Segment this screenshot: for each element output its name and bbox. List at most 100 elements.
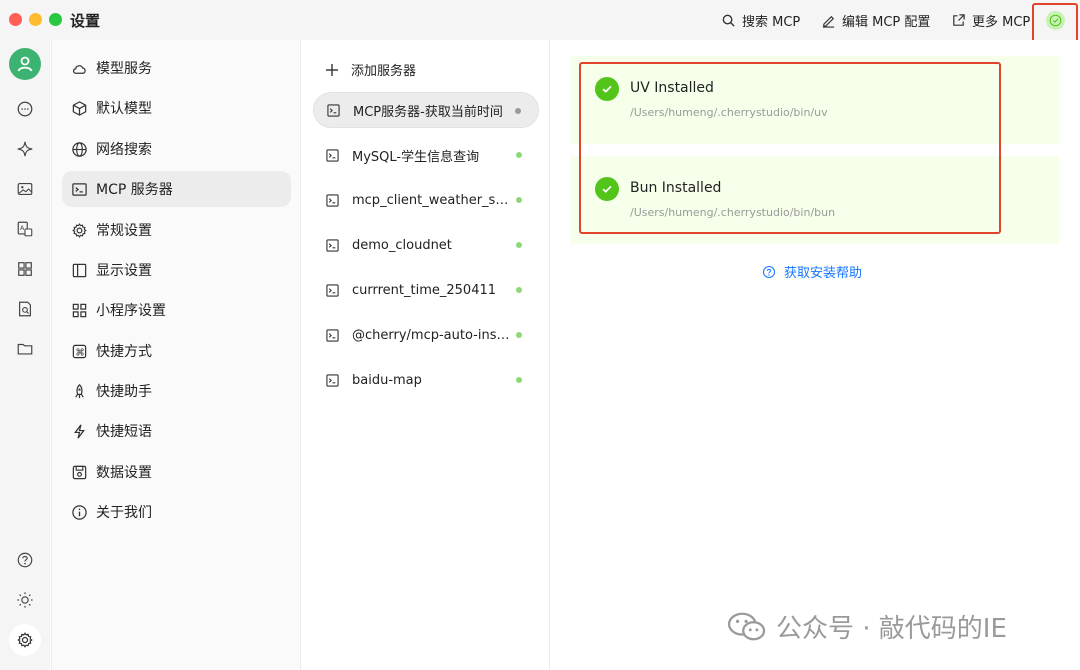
status-dot: [516, 332, 522, 338]
server-item[interactable]: MCP服务器-获取当前时间: [313, 92, 539, 128]
settings-nav: 模型服务 默认模型 网络搜索 MCP 服务器 常规设置 显示设置 小程序设置 ⌘…: [51, 40, 300, 670]
check-icon: [595, 77, 619, 101]
watermark-text: 公众号 · 敲代码的IE: [776, 614, 1007, 644]
info-icon: [72, 504, 87, 520]
mcp-server-list: 添加服务器 MCP服务器-获取当前时间 MySQL-学生信息查询 mcp_cli…: [300, 40, 550, 670]
apps-icon[interactable]: [12, 256, 38, 282]
server-item[interactable]: demo_cloudnet: [313, 227, 539, 263]
theme-icon[interactable]: [12, 587, 38, 613]
translate-icon[interactable]: A: [12, 216, 38, 242]
status-dot: [515, 108, 521, 114]
bun-path: /Users/humeng/.cherrystudio/bin/bun: [630, 206, 836, 219]
nav-shortcuts[interactable]: ⌘ 快捷方式: [62, 333, 291, 369]
grid-icon: [72, 303, 87, 317]
disk-icon: [72, 465, 87, 479]
server-item[interactable]: @cherry/mcp-auto-install: [313, 317, 539, 353]
uv-path: /Users/humeng/.cherrystudio/bin/uv: [630, 106, 828, 119]
globe-icon: [72, 141, 87, 157]
avatar[interactable]: [9, 48, 41, 80]
command-icon: ⌘: [72, 344, 87, 358]
nav-quick-phrases[interactable]: 快捷短语: [62, 413, 291, 449]
terminal-icon: [326, 238, 339, 252]
server-item[interactable]: MySQL-学生信息查询: [313, 137, 539, 173]
app-rail: A: [0, 40, 50, 670]
terminal-icon: [72, 182, 87, 196]
nav-label: MCP 服务器: [96, 182, 173, 198]
help-icon[interactable]: [12, 547, 38, 573]
cloud-icon: [72, 64, 86, 74]
install-help-link[interactable]: 获取安装帮助: [762, 262, 862, 281]
edit-icon: [822, 15, 835, 28]
server-item[interactable]: baidu-map: [313, 362, 539, 398]
maximize-window-button[interactable]: [49, 13, 62, 26]
nav-model-service[interactable]: 模型服务: [62, 50, 291, 86]
nav-mcp-servers[interactable]: MCP 服务器: [62, 171, 291, 207]
svg-text:A: A: [20, 225, 25, 232]
nav-label: 快捷短语: [96, 424, 152, 440]
nav-label: 数据设置: [96, 465, 152, 481]
nav-default-model[interactable]: 默认模型: [62, 90, 291, 126]
add-server-label: 添加服务器: [351, 64, 417, 79]
check-circle-icon[interactable]: [1046, 11, 1065, 30]
nav-label: 快捷助手: [96, 384, 152, 400]
folder-icon[interactable]: [12, 336, 38, 362]
nav-label: 模型服务: [96, 61, 152, 77]
nav-label: 小程序设置: [96, 303, 166, 319]
server-name: MCP服务器-获取当前时间: [353, 104, 503, 120]
status-dot: [516, 287, 522, 293]
search-mcp-button[interactable]: 搜索 MCP: [721, 11, 801, 30]
doc-search-icon[interactable]: [12, 296, 38, 322]
bun-status-card: Bun Installed /Users/humeng/.cherrystudi…: [571, 156, 1059, 244]
add-server-button[interactable]: 添加服务器: [325, 60, 416, 79]
wechat-icon: [727, 612, 766, 640]
bun-status-title: Bun Installed: [630, 180, 722, 196]
layout-icon: [72, 263, 87, 277]
install-help-label: 获取安装帮助: [784, 266, 863, 281]
nav-label: 网络搜索: [96, 142, 152, 158]
terminal-icon: [326, 373, 339, 387]
more-mcp-label: 更多 MCP: [972, 14, 1031, 30]
nav-label: 显示设置: [96, 263, 152, 279]
window-title: 设置: [70, 12, 101, 30]
nav-general-settings[interactable]: 常规设置: [62, 212, 291, 248]
gear-icon[interactable]: [9, 624, 41, 656]
external-link-icon: [953, 13, 965, 26]
nav-label: 常规设置: [96, 223, 152, 239]
nav-display-settings[interactable]: 显示设置: [62, 252, 291, 288]
more-mcp-button[interactable]: 更多 MCP: [951, 11, 1031, 30]
search-icon: [722, 14, 735, 27]
check-icon: [595, 177, 619, 201]
sparkle-icon[interactable]: [12, 136, 38, 162]
nav-data-settings[interactable]: 数据设置: [62, 454, 291, 490]
plus-icon: [326, 63, 338, 76]
close-window-button[interactable]: [9, 13, 22, 26]
edit-mcp-config-button[interactable]: 编辑 MCP 配置: [821, 11, 931, 30]
search-mcp-label: 搜索 MCP: [742, 14, 801, 30]
server-item[interactable]: currrent_time_250411: [313, 272, 539, 308]
status-dot: [516, 152, 522, 158]
nav-about[interactable]: 关于我们: [62, 494, 291, 530]
server-name: currrent_time_250411: [352, 282, 497, 298]
help-icon: [762, 265, 776, 278]
chat-icon[interactable]: [12, 96, 38, 122]
server-name: demo_cloudnet: [352, 237, 452, 253]
image-icon[interactable]: [12, 176, 38, 202]
nav-web-search[interactable]: 网络搜索: [62, 131, 291, 167]
nav-label: 快捷方式: [96, 344, 152, 360]
terminal-icon: [326, 148, 339, 162]
status-dot: [516, 242, 522, 248]
server-name: @cherry/mcp-auto-install: [352, 327, 510, 343]
status-dot: [516, 377, 522, 383]
server-name: baidu-map: [352, 372, 422, 388]
terminal-icon: [327, 103, 340, 117]
edit-mcp-config-label: 编辑 MCP 配置: [842, 14, 931, 30]
gear-icon: [72, 222, 87, 238]
nav-miniapp-settings[interactable]: 小程序设置: [62, 292, 291, 328]
server-item[interactable]: mcp_client_weather_se...: [313, 182, 539, 218]
minimize-window-button[interactable]: [29, 13, 42, 26]
uv-status-card: UV Installed /Users/humeng/.cherrystudio…: [571, 56, 1059, 144]
nav-label: 默认模型: [96, 101, 152, 117]
nav-label: 关于我们: [96, 505, 152, 521]
status-dot: [516, 197, 522, 203]
nav-quick-assistant[interactable]: 快捷助手: [62, 373, 291, 409]
